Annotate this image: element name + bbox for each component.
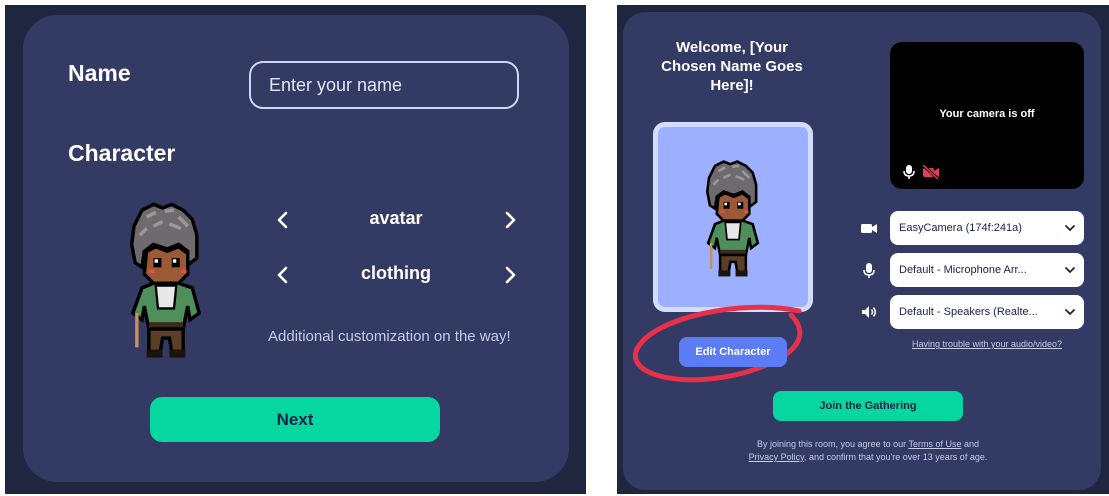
character-setup-panel: Name Character avatar clothing bbox=[5, 5, 586, 494]
video-camera-off-icon[interactable] bbox=[922, 164, 940, 180]
camera-status-text: Your camera is off bbox=[939, 108, 1035, 120]
next-button[interactable]: Next bbox=[150, 397, 440, 442]
chevron-left-icon bbox=[277, 266, 288, 284]
avatar-preview bbox=[653, 122, 813, 312]
edit-character-button[interactable]: Edit Character bbox=[679, 337, 787, 367]
av-trouble-link[interactable]: Having trouble with your audio/video? bbox=[890, 339, 1084, 349]
character-sprite bbox=[129, 202, 201, 360]
name-input[interactable] bbox=[249, 61, 519, 109]
avatar-next-button[interactable] bbox=[498, 208, 522, 232]
welcome-heading: Welcome, [Your Chosen Name Goes Here]! bbox=[661, 39, 803, 94]
microphone-icon bbox=[863, 263, 875, 278]
terms-of-use-link[interactable]: Terms of Use bbox=[908, 439, 961, 449]
chevron-right-icon bbox=[505, 266, 516, 284]
character-setup-card: Name Character avatar clothing bbox=[23, 15, 569, 482]
chevron-left-icon bbox=[277, 211, 288, 229]
microphone-icon[interactable] bbox=[902, 164, 916, 180]
join-gathering-button[interactable]: Join the Gathering bbox=[773, 391, 963, 421]
customization-note: Additional customization on the way! bbox=[268, 328, 511, 345]
legal-text-part2: and bbox=[963, 439, 979, 449]
speaker-device-select[interactable]: Default - Speakers (Realte... bbox=[890, 295, 1084, 329]
camera-preview: Your camera is off bbox=[890, 42, 1084, 189]
chevron-down-icon bbox=[1065, 267, 1075, 274]
video-camera-icon bbox=[861, 224, 877, 233]
clothing-prev-button[interactable] bbox=[271, 263, 295, 287]
camera-device-value: EasyCamera (174f:241a) bbox=[899, 222, 1022, 234]
character-label: Character bbox=[68, 140, 176, 166]
microphone-device-value: Default - Microphone Arr... bbox=[899, 264, 1027, 276]
name-label: Name bbox=[68, 60, 131, 86]
lobby-card: Welcome, [Your Chosen Name Goes Here]! Y… bbox=[623, 12, 1101, 490]
clothing-next-button[interactable] bbox=[498, 263, 522, 287]
privacy-policy-link[interactable]: Privacy Policy bbox=[749, 452, 804, 462]
speaker-icon bbox=[862, 306, 876, 318]
speaker-device-value: Default - Speakers (Realte... bbox=[899, 306, 1038, 318]
microphone-device-select[interactable]: Default - Microphone Arr... bbox=[890, 253, 1084, 287]
camera-device-select[interactable]: EasyCamera (174f:241a) bbox=[890, 211, 1084, 245]
lobby-panel: Welcome, [Your Chosen Name Goes Here]! Y… bbox=[617, 5, 1109, 494]
chevron-down-icon bbox=[1065, 309, 1075, 316]
avatar-prev-button[interactable] bbox=[271, 208, 295, 232]
chevron-down-icon bbox=[1065, 225, 1075, 232]
avatar-selector-label: avatar bbox=[369, 208, 423, 228]
character-sprite bbox=[705, 160, 760, 278]
chevron-right-icon bbox=[505, 211, 516, 229]
legal-notice: By joining this room, you agree to our T… bbox=[693, 438, 1043, 464]
legal-text-part3: , and confirm that you're over 13 years … bbox=[804, 452, 988, 462]
legal-text-part1: By joining this room, you agree to our bbox=[757, 439, 907, 449]
clothing-selector-label: clothing bbox=[361, 263, 431, 283]
